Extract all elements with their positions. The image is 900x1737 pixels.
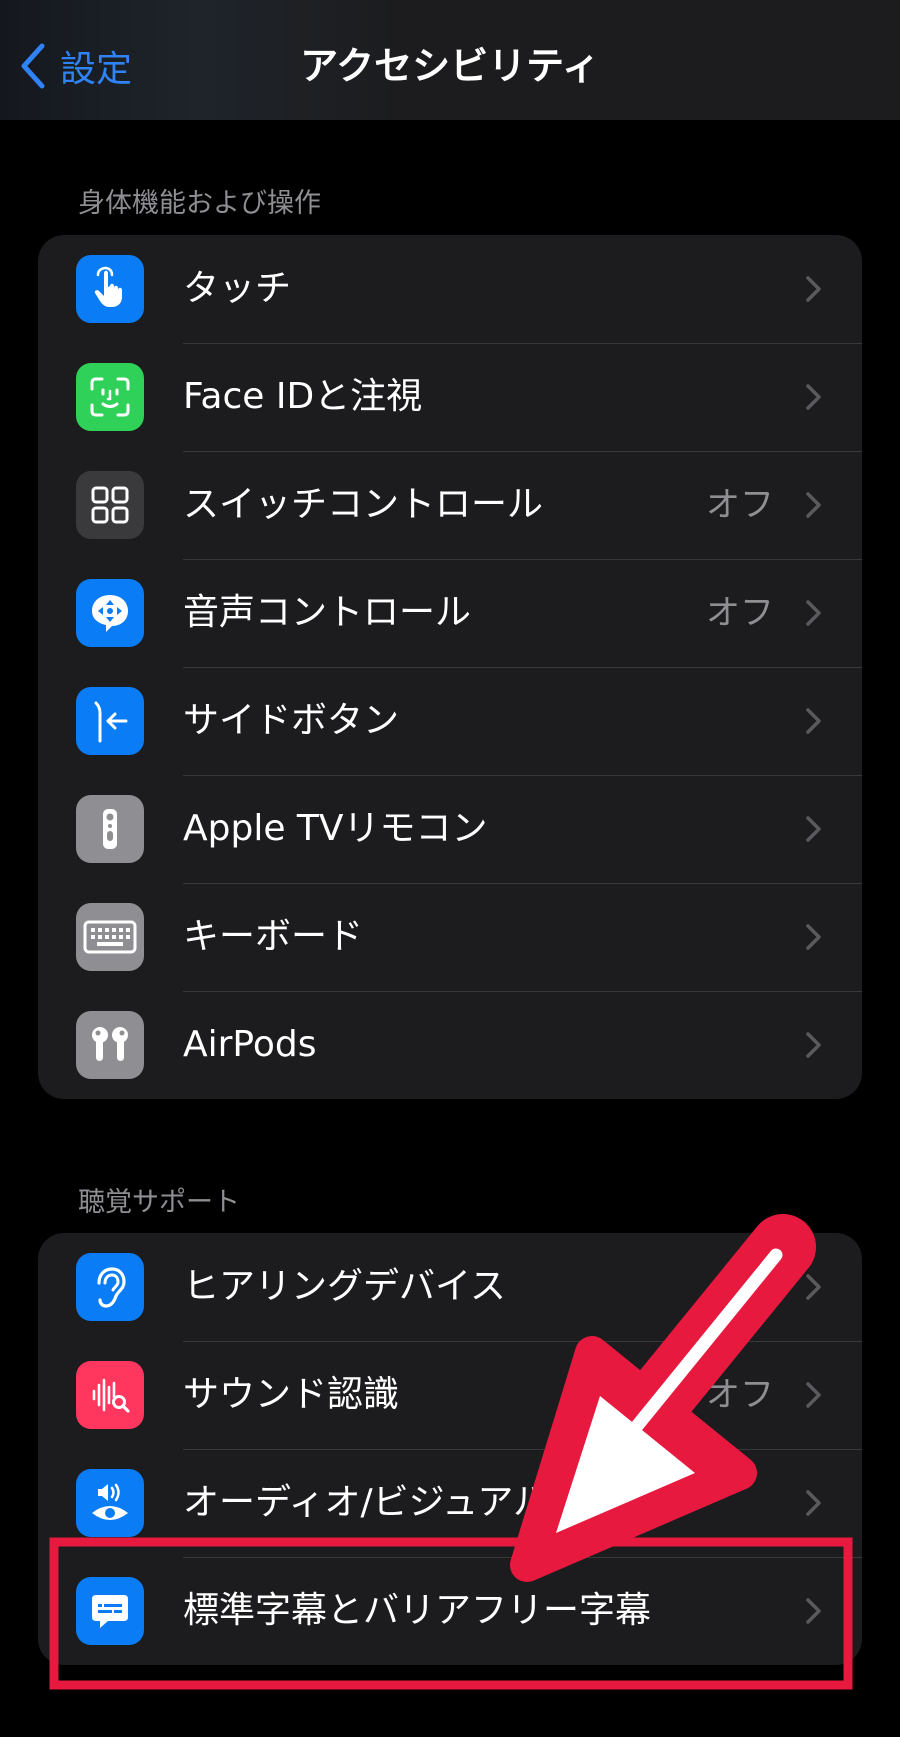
settings-row-airpods[interactable]: AirPods: [38, 991, 862, 1099]
page-title: アクセシビリティ: [300, 44, 600, 88]
settings-row-label: サイドボタン: [183, 700, 400, 741]
settings-row-label: Apple TVリモコン: [183, 808, 488, 849]
switch-grid-icon: [76, 471, 144, 539]
chevron-right-icon: [806, 1274, 821, 1300]
settings-group-physical-motor: タッチ Face IDと注視 スイッチコントロール オフ 音声コントロール オフ…: [38, 235, 862, 1099]
section-header-physical-motor: 身体機能および操作: [78, 188, 321, 219]
settings-row-touch[interactable]: タッチ: [38, 235, 862, 343]
section-header-hearing: 聴覚サポート: [78, 1187, 240, 1218]
settings-row-label: スイッチコントロール: [183, 484, 544, 525]
hand-pointer-icon: [76, 255, 144, 323]
audio-visual-icon: [76, 1469, 144, 1537]
settings-row-value: オフ: [706, 485, 774, 525]
airpods-icon: [76, 1011, 144, 1079]
navigation-bar: 設定 アクセシビリティ: [0, 0, 900, 120]
settings-row-face-id[interactable]: Face IDと注視: [38, 343, 862, 451]
chevron-right-icon: [806, 492, 821, 518]
settings-group-hearing: ヒアリングデバイス サウンド認識 オフ オーディオ/ビジュアル 標準字幕とバリア…: [38, 1233, 862, 1665]
settings-row-value: オフ: [706, 593, 774, 633]
settings-row-value: オフ: [706, 1375, 774, 1415]
chevron-right-icon: [806, 1032, 821, 1058]
settings-row-label: キーボード: [183, 916, 364, 957]
chevron-right-icon: [806, 1598, 821, 1624]
chevron-right-icon: [806, 816, 821, 842]
settings-row-label: タッチ: [183, 268, 292, 309]
chevron-right-icon: [806, 1382, 821, 1408]
chevron-right-icon: [806, 384, 821, 410]
voice-control-icon: [76, 579, 144, 647]
settings-row-apple-tv-remote[interactable]: Apple TVリモコン: [38, 775, 862, 883]
settings-row-hearing-devices[interactable]: ヒアリングデバイス: [38, 1233, 862, 1341]
settings-row-side-button[interactable]: サイドボタン: [38, 667, 862, 775]
chevron-right-icon: [806, 276, 821, 302]
settings-row-label: 標準字幕とバリアフリー字幕: [183, 1590, 652, 1631]
face-id-icon: [76, 363, 144, 431]
settings-row-keyboard[interactable]: キーボード: [38, 883, 862, 991]
chevron-right-icon: [806, 600, 821, 626]
settings-row-label: サウンド認識: [183, 1374, 400, 1415]
settings-row-label: ヒアリングデバイス: [183, 1266, 506, 1307]
settings-row-label: オーディオ/ビジュアル: [183, 1482, 550, 1523]
tv-remote-icon: [76, 795, 144, 863]
ear-icon: [76, 1253, 144, 1321]
keyboard-icon: [76, 903, 144, 971]
chevron-right-icon: [806, 924, 821, 950]
settings-row-voice-control[interactable]: 音声コントロール オフ: [38, 559, 862, 667]
settings-row-audio-visual[interactable]: オーディオ/ビジュアル: [38, 1449, 862, 1557]
settings-row-label: 音声コントロール: [183, 592, 472, 633]
settings-row-label: Face IDと注視: [183, 376, 423, 417]
settings-row-label: AirPods: [183, 1024, 317, 1065]
side-button-icon: [76, 687, 144, 755]
subtitles-icon: [76, 1577, 144, 1645]
chevron-right-icon: [806, 1490, 821, 1516]
sound-recognition-icon: [76, 1361, 144, 1429]
chevron-right-icon: [806, 708, 821, 734]
settings-row-subtitles-captioning[interactable]: 標準字幕とバリアフリー字幕: [38, 1557, 862, 1665]
settings-row-switch-control[interactable]: スイッチコントロール オフ: [38, 451, 862, 559]
settings-row-sound-recognition[interactable]: サウンド認識 オフ: [38, 1341, 862, 1449]
